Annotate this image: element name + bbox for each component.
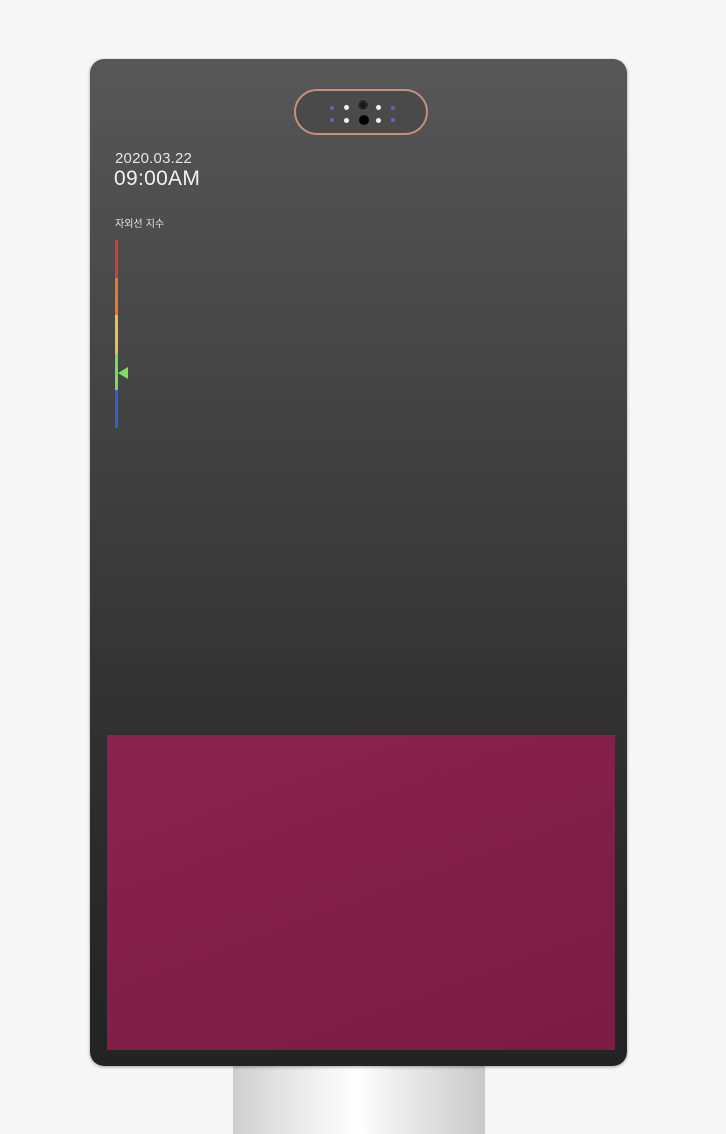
content-panel: [107, 735, 615, 1050]
uv-index-label: 자외선 지수: [115, 219, 165, 230]
indicator-dot: [344, 105, 349, 110]
kiosk-stage: 2020.03.22 09:00AM 자외선 지수: [0, 0, 726, 1134]
uv-level-high: [115, 277, 118, 316]
kiosk-stand: [233, 1062, 485, 1134]
kiosk-device: 2020.03.22 09:00AM 자외선 지수: [90, 59, 627, 1066]
current-date: 2020.03.22: [115, 150, 193, 167]
indicator-dot: [376, 118, 381, 123]
camera-sensor-bar: [294, 89, 428, 135]
current-time: 09:00AM: [114, 167, 201, 190]
indicator-dot: [344, 118, 349, 123]
uv-index-pointer-icon: [118, 367, 128, 380]
uv-level-minimal: [115, 390, 118, 428]
camera-icon: [358, 100, 368, 110]
indicator-dot: [330, 118, 334, 122]
uv-level-very-high: [115, 240, 118, 278]
indicator-dot: [330, 106, 334, 110]
indicator-dot: [391, 106, 395, 110]
indicator-dot: [376, 105, 381, 110]
uv-index-scale: [115, 240, 118, 428]
sensor-lens-icon: [359, 115, 369, 125]
uv-level-moderate: [115, 315, 118, 353]
indicator-dot: [391, 118, 395, 122]
